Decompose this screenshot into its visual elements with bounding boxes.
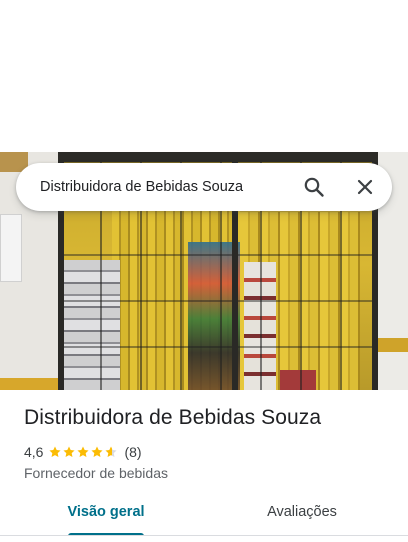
- rating-value: 4,6: [24, 444, 44, 460]
- review-count[interactable]: (8): [124, 444, 141, 460]
- place-category[interactable]: Fornecedor de bebidas: [24, 465, 168, 481]
- tabs-divider: [0, 535, 408, 536]
- star-icon: [63, 446, 76, 458]
- tab-reviews[interactable]: Avaliações: [246, 494, 358, 530]
- star-rating: [48, 445, 118, 459]
- tab-overview[interactable]: Visão geral: [50, 494, 162, 530]
- search-icon[interactable]: [302, 175, 326, 199]
- close-icon[interactable]: [353, 175, 377, 199]
- place-title: Distribuidora de Bebidas Souza: [24, 406, 322, 429]
- place-tabs: Visão geral Avaliações: [0, 494, 408, 536]
- star-icon: [105, 446, 118, 458]
- rating-row[interactable]: 4,6 (8): [24, 443, 142, 461]
- star-icon: [49, 446, 62, 458]
- search-bar[interactable]: Distribuidora de Bebidas Souza: [16, 163, 392, 211]
- map-blank-area: [0, 0, 408, 152]
- star-icon: [77, 446, 90, 458]
- star-icon: [91, 446, 104, 458]
- search-input[interactable]: Distribuidora de Bebidas Souza: [40, 163, 243, 211]
